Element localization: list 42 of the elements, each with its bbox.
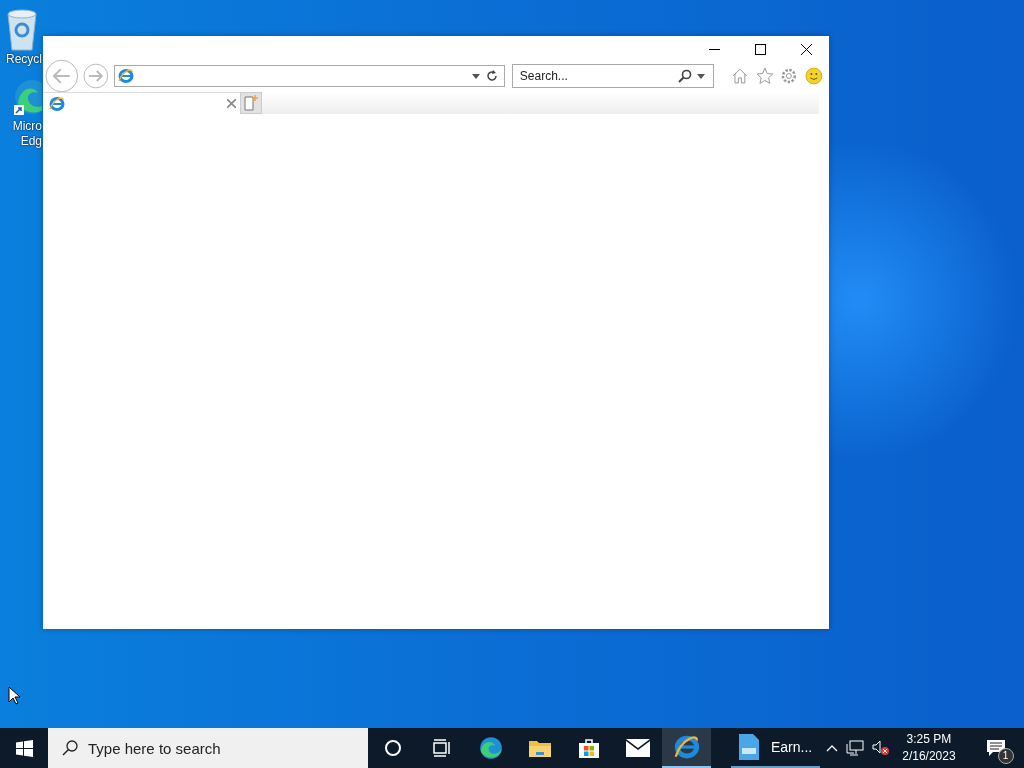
desktop-icon-label: Micro — [12, 119, 42, 134]
dropdown-caret-icon[interactable] — [471, 74, 480, 79]
search-icon — [62, 740, 78, 756]
settings-icon[interactable] — [780, 67, 799, 85]
search-icon[interactable] — [677, 69, 692, 83]
close-icon — [800, 43, 812, 55]
desktop-icon-label: Recycl — [6, 52, 42, 67]
circle-icon — [383, 739, 402, 757]
ie-taskbar-button[interactable] — [662, 728, 711, 768]
store-bag-icon — [577, 737, 600, 759]
new-tab-icon — [244, 95, 258, 111]
star-icon[interactable] — [755, 67, 774, 85]
envelope-icon — [625, 739, 650, 757]
notification-icon[interactable] — [986, 740, 1005, 756]
browser-tab[interactable] — [43, 92, 240, 114]
speaker-muted-icon[interactable] — [872, 740, 891, 756]
chevron-up-icon[interactable] — [826, 744, 839, 752]
mouse-cursor-icon — [8, 686, 20, 705]
address-field[interactable] — [114, 65, 505, 87]
desktop-icon-label: Edg — [20, 134, 42, 149]
document-icon — [739, 734, 759, 760]
close-icon[interactable] — [227, 99, 236, 108]
clock-time: 3:25 PM — [906, 731, 952, 748]
app-taskbar-button[interactable]: Earn... — [731, 728, 821, 768]
home-icon[interactable] — [730, 67, 749, 85]
network-icon[interactable] — [846, 740, 865, 756]
dropdown-caret-icon[interactable] — [696, 74, 705, 79]
taskbar-search-field[interactable]: Type here to search — [48, 728, 368, 768]
search-field[interactable]: Search... — [511, 64, 714, 88]
task-view-icon — [432, 739, 451, 757]
edge-icon — [478, 736, 503, 760]
ie-icon — [673, 734, 700, 760]
notification-count-badge: 1 — [997, 748, 1014, 764]
clock[interactable]: 3:25 PM 2/16/2023 — [898, 731, 960, 765]
ie-icon — [118, 68, 135, 84]
folder-icon — [528, 738, 551, 758]
refresh-icon[interactable] — [485, 70, 498, 82]
ie-icon — [49, 95, 65, 112]
windows-logo-icon — [15, 739, 33, 757]
maximize-icon — [754, 43, 766, 55]
clock-date: 2/16/2023 — [902, 748, 956, 765]
smiley-icon[interactable] — [805, 67, 823, 85]
